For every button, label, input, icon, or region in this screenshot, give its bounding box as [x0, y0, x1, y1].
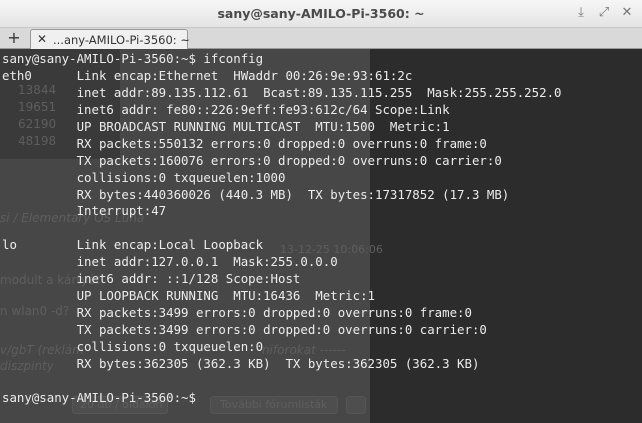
tab-bar: + ✕ ...any-AMILO-Pi-3560: ~ [0, 28, 642, 49]
tab-close-icon[interactable]: ✕ [37, 32, 47, 46]
terminal-output: sany@sany-AMILO-Pi-3560:~$ ifconfig eth0 … [2, 51, 562, 407]
terminal-line: RX bytes:362305 (362.3 KB) TX bytes:3623… [2, 355, 480, 371]
terminal-line: sany@sany-AMILO-Pi-3560:~$ [2, 389, 204, 405]
close-icon[interactable]: ✕ [620, 5, 634, 21]
window-controls: ⤓ ⤢ ✕ [574, 5, 634, 21]
terminal-line: collisions:0 txqueuelen:0 [2, 338, 264, 354]
terminal-line: lo Link encap:Local Loopback [2, 237, 264, 253]
terminal-line: inet6 addr: fe80::226:9eff:fe93:612c/64 … [2, 101, 450, 117]
terminal-line: TX packets:160076 errors:0 dropped:0 ove… [2, 152, 502, 168]
terminal-line: RX packets:3499 errors:0 dropped:0 overr… [2, 305, 472, 321]
terminal-line: UP LOOPBACK RUNNING MTU:16436 Metric:1 [2, 288, 375, 304]
terminal-line: RX packets:550132 errors:0 dropped:0 ove… [2, 135, 487, 151]
terminal-line: UP BROADCAST RUNNING MULTICAST MTU:1500 … [2, 118, 450, 134]
tab-label: ...any-AMILO-Pi-3560: ~ [53, 33, 190, 47]
window-titlebar[interactable]: sany@sany-AMILO-Pi-3560: ~ ⤓ ⤢ ✕ [0, 0, 642, 28]
terminal-line: sany@sany-AMILO-Pi-3560:~$ ifconfig [2, 51, 264, 66]
maximize-icon[interactable]: ⤢ [597, 5, 611, 21]
terminal-line: inet addr:89.135.112.61 Bcast:89.135.115… [2, 84, 562, 100]
download-icon[interactable]: ⤓ [574, 5, 588, 21]
terminal-line: inet addr:127.0.0.1 Mask:255.0.0.0 [2, 254, 338, 270]
window-title: sany@sany-AMILO-Pi-3560: ~ [217, 6, 425, 21]
terminal-line: inet6 addr: ::1/128 Scope:Host [2, 271, 301, 287]
terminal-line: Interrupt:47 [2, 203, 167, 219]
terminal-line: RX bytes:440360026 (440.3 MB) TX bytes:1… [2, 186, 510, 202]
new-tab-button[interactable]: + [5, 29, 23, 47]
terminal-line: TX packets:3499 errors:0 dropped:0 overr… [2, 322, 487, 337]
tab-terminal[interactable]: ✕ ...any-AMILO-Pi-3560: ~ [30, 29, 190, 49]
terminal-view[interactable]: 13844 19651 62190 48198 si / Elementary … [0, 49, 642, 423]
terminal-line: eth0 Link encap:Ethernet HWaddr 00:26:9e… [2, 67, 413, 83]
terminal-line: collisions:0 txqueuelen:1000 [2, 169, 286, 185]
